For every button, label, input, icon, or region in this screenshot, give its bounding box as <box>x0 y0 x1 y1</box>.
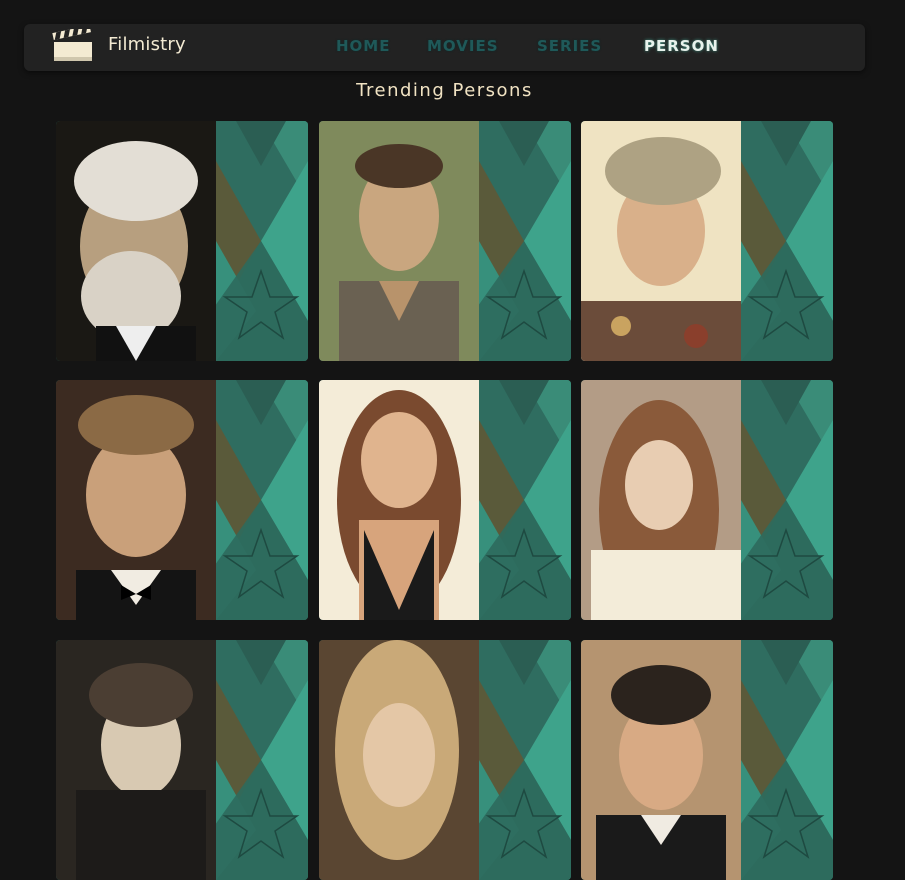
person-photo <box>319 380 479 620</box>
person-card[interactable] <box>319 380 571 620</box>
nav-series[interactable]: SERIES <box>537 37 602 55</box>
person-card[interactable] <box>581 380 833 620</box>
nav-person[interactable]: PERSON <box>644 37 719 55</box>
clapperboard-icon[interactable] <box>52 29 94 63</box>
person-card[interactable] <box>56 640 308 880</box>
person-photo <box>581 640 741 880</box>
person-photo <box>581 121 741 361</box>
person-photo <box>56 640 216 880</box>
brand-name[interactable]: Filmistry <box>108 34 186 55</box>
person-photo <box>56 121 216 361</box>
nav-home[interactable]: HOME <box>336 37 390 55</box>
person-photo <box>581 380 741 620</box>
person-photo <box>56 380 216 620</box>
nav-movies[interactable]: MOVIES <box>427 37 499 55</box>
top-navbar: Filmistry HOME MOVIES SERIES PERSON <box>24 24 865 71</box>
person-card[interactable] <box>581 640 833 880</box>
person-photo <box>319 121 479 361</box>
person-card[interactable] <box>319 121 571 361</box>
page-title: Trending Persons <box>356 80 533 101</box>
person-card[interactable] <box>56 121 308 361</box>
person-card[interactable] <box>56 380 308 620</box>
person-card[interactable] <box>319 640 571 880</box>
person-card[interactable] <box>581 121 833 361</box>
person-photo <box>319 640 479 880</box>
